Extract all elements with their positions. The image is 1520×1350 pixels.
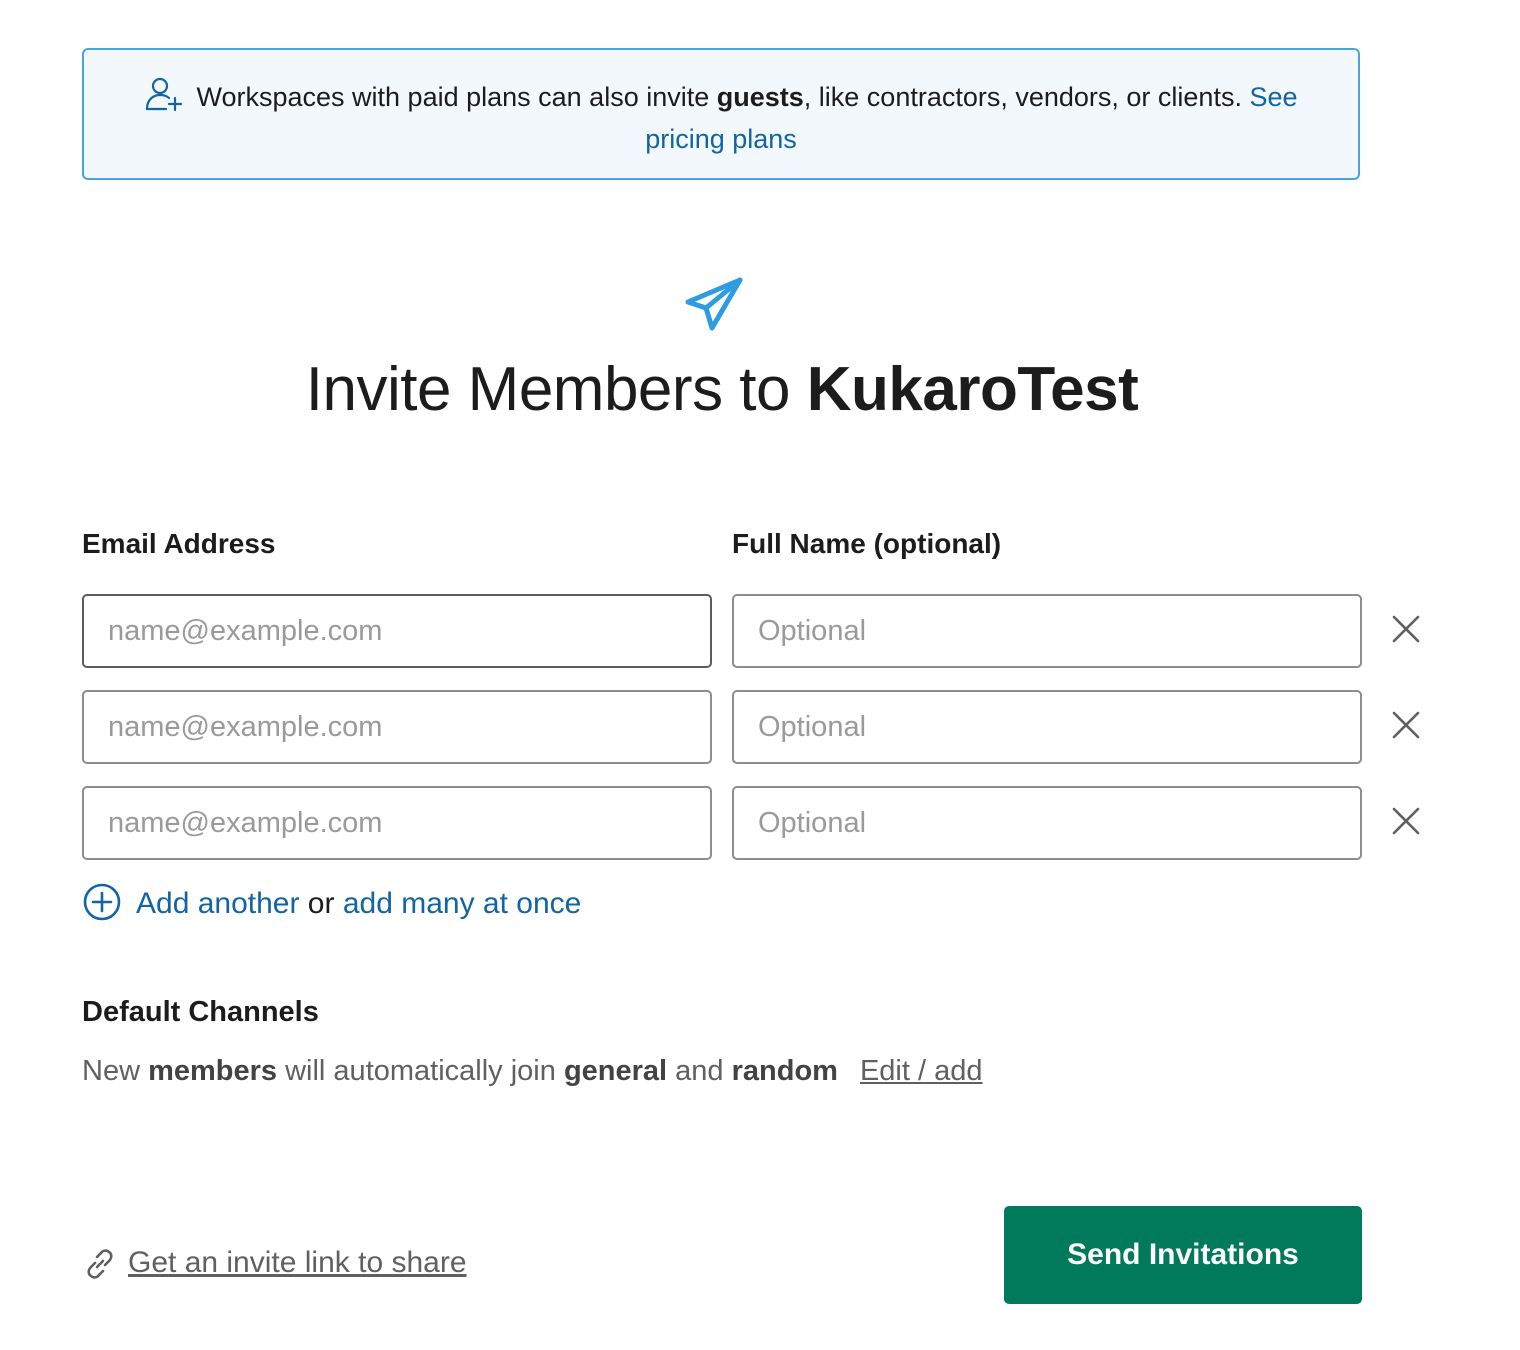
- email-field[interactable]: [82, 786, 712, 860]
- email-field[interactable]: [82, 690, 712, 764]
- add-many-at-once-link[interactable]: add many at once: [343, 887, 582, 920]
- channel-general: general: [563, 1055, 668, 1087]
- channel-random: random: [731, 1055, 838, 1087]
- remove-row-close-icon[interactable]: [1388, 707, 1424, 743]
- guest-invite-banner: Workspaces with paid plans can also invi…: [82, 48, 1360, 180]
- default-channels-description: New members will automatically join gene…: [82, 1050, 982, 1092]
- banner-guests-bold: guests: [716, 82, 804, 112]
- link-chain-icon: [87, 1249, 113, 1279]
- members-bold: members: [148, 1055, 278, 1087]
- full-name-field[interactable]: [732, 594, 1362, 668]
- channels-text: and: [667, 1055, 732, 1087]
- add-another-link[interactable]: Add another: [136, 887, 299, 920]
- add-rows-controls: Add another or add many at once: [82, 882, 581, 926]
- banner-text: Workspaces with paid plans can also invi…: [196, 82, 717, 112]
- full-name-field[interactable]: [732, 690, 1362, 764]
- invite-link-control[interactable]: Get an invite link to share: [82, 1242, 467, 1284]
- channels-text: will automatically join: [277, 1055, 564, 1087]
- paper-plane-icon: [685, 277, 743, 331]
- get-invite-link[interactable]: Get an invite link to share: [128, 1246, 467, 1279]
- remove-row-close-icon[interactable]: [1388, 803, 1424, 839]
- full-name-column-label: Full Name (optional): [732, 528, 1002, 559]
- title-prefix: Invite Members to: [305, 355, 807, 424]
- edit-add-channels-link[interactable]: Edit / add: [860, 1055, 983, 1087]
- channels-text: New: [82, 1055, 149, 1087]
- banner-text-after: , like contractors, vendors, or clients.: [803, 82, 1250, 112]
- remove-row-close-icon[interactable]: [1388, 611, 1424, 647]
- email-column-label: Email Address: [82, 528, 276, 559]
- workspace-name: KukaroTest: [806, 355, 1139, 424]
- email-field[interactable]: [82, 594, 712, 668]
- full-name-field[interactable]: [732, 786, 1362, 860]
- add-user-icon: [146, 77, 183, 112]
- page-title: Invite Members to KukaroTest: [0, 350, 1444, 430]
- default-channels-title: Default Channels: [82, 996, 319, 1028]
- or-text: or: [299, 887, 343, 920]
- plus-circle-icon[interactable]: [82, 882, 122, 922]
- send-invitations-button[interactable]: Send Invitations: [1004, 1206, 1362, 1304]
